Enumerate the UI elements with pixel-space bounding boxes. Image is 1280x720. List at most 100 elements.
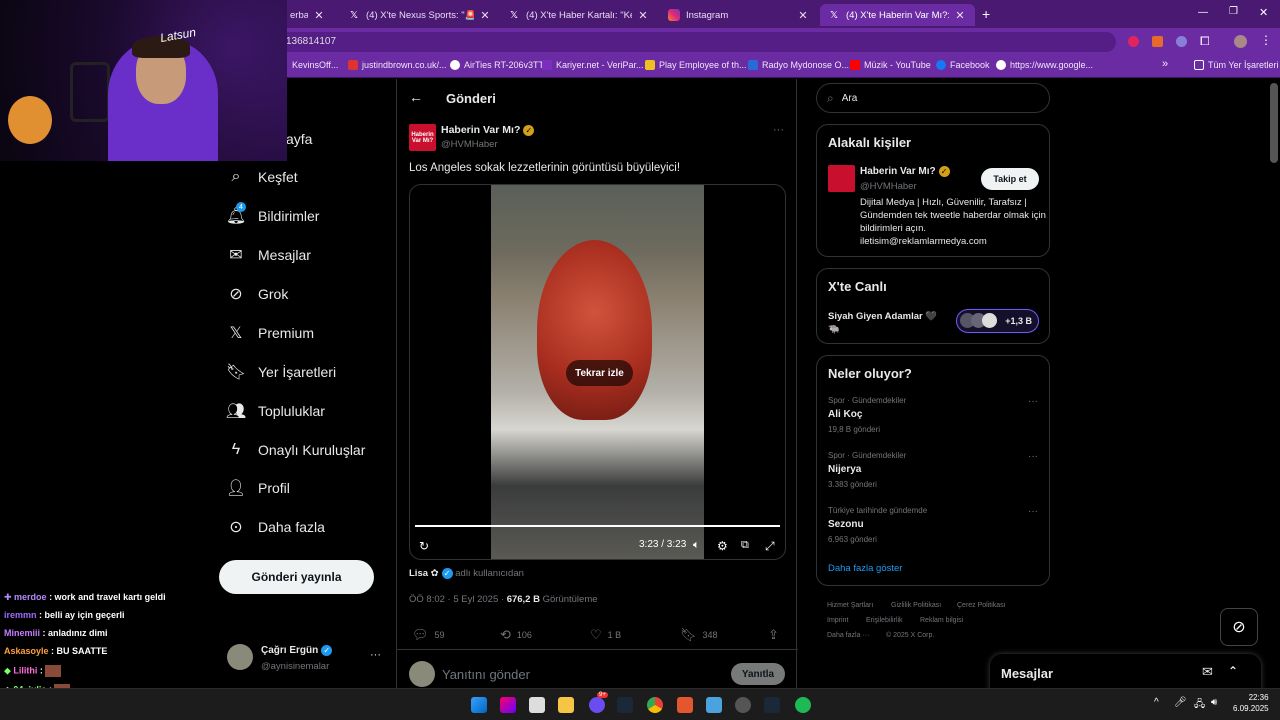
close-window-button[interactable]: ✕ — [1259, 6, 1268, 19]
follow-button[interactable]: Takip et — [981, 168, 1039, 190]
footer-link[interactable]: Hizmet Şartları — [827, 602, 873, 609]
menu-icon[interactable]: ⋮ — [1260, 33, 1272, 47]
close-icon[interactable]: ✕ — [478, 9, 492, 22]
app-icon[interactable] — [677, 697, 693, 713]
close-icon[interactable]: ✕ — [636, 9, 650, 22]
account-name[interactable]: Çağrı Ergün ✓ — [261, 645, 333, 656]
attribution-name[interactable]: Lisa ✿ — [409, 568, 439, 579]
new-tab-button[interactable]: + — [982, 6, 990, 22]
settings-icon[interactable]: ⚙ — [717, 539, 728, 553]
tab-fenerbahce[interactable]: erbahçe✕ — [282, 4, 334, 26]
post-button[interactable]: Gönderi yayınla — [219, 560, 374, 594]
app-icon[interactable] — [735, 697, 751, 713]
live-space-title[interactable]: Siyah Giyen Adamlar 🖤 🐃 — [828, 310, 948, 336]
address-bar[interactable]: 136814107 — [276, 32, 1116, 52]
start-icon[interactable] — [471, 697, 487, 713]
tray-chevron-icon[interactable]: ^ — [1154, 697, 1159, 708]
chrome-icon[interactable] — [647, 697, 663, 713]
grok-fab[interactable]: ⊘ — [1220, 608, 1258, 646]
bookmark-item[interactable]: Play Employee of th... — [645, 60, 747, 70]
account-more-icon[interactable]: ··· — [370, 649, 381, 661]
pip-icon[interactable]: ⧉ — [741, 539, 749, 552]
close-icon[interactable]: ✕ — [796, 9, 810, 22]
bookmark-item[interactable]: KevinsOff... — [292, 60, 338, 70]
new-message-icon[interactable]: ✉ — [1202, 664, 1213, 680]
author-handle[interactable]: @HVMHaber — [441, 139, 498, 150]
video-player[interactable]: Tekrar izle ↻ 3:23 / 3:23 🔈︎ ⚙ ⧉ ⤢ — [409, 184, 786, 560]
trend-more-icon[interactable]: ··· — [1028, 451, 1038, 462]
author-name[interactable]: Haberin Var Mı? ✓ — [441, 124, 535, 136]
bookmark-item[interactable]: https://www.google... — [996, 60, 1093, 70]
steam-icon[interactable] — [764, 697, 780, 713]
expand-icon[interactable]: ⌃ — [1228, 664, 1238, 678]
close-icon[interactable]: ✕ — [953, 9, 967, 22]
sidebar-item-profile[interactable]: 👤︎ Profil — [226, 478, 290, 498]
video-progress-bar[interactable] — [415, 525, 780, 527]
copilot-icon[interactable] — [500, 697, 516, 713]
share-icon[interactable]: ⇪ — [768, 627, 785, 643]
messages-drawer[interactable]: Mesajlar ✉ ⌃ — [990, 654, 1261, 688]
trend-more-icon[interactable]: ··· — [1028, 506, 1038, 517]
puzzle-icon[interactable]: ⧠ — [1200, 34, 1210, 49]
footer-link[interactable]: Reklam bilgisi — [920, 617, 963, 624]
sidebar-item-notifications[interactable]: 🔔︎ 4 Bildirimler — [226, 202, 319, 226]
relevant-handle[interactable]: @HVMHaber — [860, 181, 917, 192]
scrollbar[interactable] — [1270, 83, 1278, 163]
store-icon[interactable] — [529, 697, 545, 713]
sidebar-item-bookmarks[interactable]: 🔖︎ Yer İşaretleri — [226, 362, 336, 382]
steam-icon[interactable] — [617, 697, 633, 713]
sidebar-item-verified-orgs[interactable]: ϟ Onaylı Kuruluşlar — [226, 440, 366, 460]
volume-icon[interactable]: 🔈︎ — [693, 539, 700, 552]
author-avatar[interactable] — [828, 165, 855, 192]
trend-item[interactable]: Spor · Gündemdekiler Nijerya 3.383 gönderi… — [828, 451, 1038, 489]
all-bookmarks[interactable]: Tüm Yer İşaretleri — [1194, 60, 1279, 70]
trend-item[interactable]: Türkiye tarihinde gündemde Sezonu 6.963 gö… — [828, 506, 1038, 544]
sidebar-item-premium[interactable]: 𝕏 Premium — [226, 323, 314, 343]
footer-link[interactable]: Çerez Politikası — [957, 602, 1006, 609]
extension-icon[interactable] — [1152, 36, 1163, 47]
sidebar-item-grok[interactable]: ⊘ Grok — [226, 284, 288, 304]
discord-icon[interactable]: 9+ — [589, 692, 608, 713]
refresh-icon[interactable]: ↻ — [419, 539, 429, 553]
back-arrow-icon[interactable]: ← — [409, 89, 423, 105]
bookmark-item[interactable]: justindbrown.co.uk/... — [348, 60, 447, 70]
speaker-icon[interactable]: 🔊︎ — [1211, 697, 1217, 708]
bookmark-item[interactable]: Müzik - YouTube — [850, 60, 931, 70]
show-more-link[interactable]: Daha fazla göster — [828, 563, 902, 574]
trend-item[interactable]: Spor · Gündemdekiler Ali Koç 19,8 B gönder… — [828, 396, 1038, 434]
bookmarks-more-icon[interactable]: » — [1162, 58, 1168, 70]
folder-icon[interactable] — [558, 697, 574, 713]
trend-more-icon[interactable]: ··· — [1028, 396, 1038, 407]
tab-haberin-var-mi[interactable]: 𝕏(4) X'te Haberin Var Mı?: "Los A✕ — [820, 4, 975, 26]
sidebar-item-home[interactable]: ayfa — [286, 131, 312, 147]
footer-link[interactable]: Erişilebilirlik — [866, 617, 903, 624]
clock[interactable]: 22:36 6.09.2025 — [1233, 692, 1269, 714]
tab-instagram[interactable]: Instagram ✕ — [660, 4, 818, 26]
sidebar-item-communities[interactable]: 👥︎ Topluluklar — [226, 401, 325, 421]
repost-stat[interactable]: ⟲ 106 — [500, 627, 532, 643]
footer-link[interactable]: Gizlilik Politikası — [891, 602, 941, 609]
maximize-button[interactable]: ❐ — [1229, 6, 1238, 17]
fullscreen-icon[interactable]: ⤢ — [765, 539, 775, 554]
bookmark-item[interactable]: Facebook — [936, 60, 990, 70]
extension-icon[interactable] — [1128, 36, 1139, 47]
reply-stat[interactable]: 💬︎ 59 — [412, 627, 445, 643]
network-icon[interactable]: 🖧 — [1194, 697, 1205, 714]
footer-link[interactable]: Daha fazla ··· — [827, 632, 869, 639]
footer-link[interactable]: Imprint — [827, 617, 848, 624]
reply-input[interactable]: Yanıtını gönder — [442, 667, 530, 682]
sidebar-item-messages[interactable]: ✉ Mesajlar — [226, 245, 311, 265]
minimize-button[interactable]: — — [1198, 7, 1208, 18]
tab-nexus-sports[interactable]: 𝕏(4) X'te Nexus Sports: "🚨 Trab✕ — [340, 4, 500, 26]
search-input[interactable]: ⌕ Ara — [816, 83, 1050, 113]
bookmark-item[interactable]: Kariyer.net - VeriPar... — [542, 60, 644, 70]
bookmark-stat[interactable]: 🔖︎ 348 — [680, 627, 718, 643]
tab-haber-kartali[interactable]: 𝕏(4) X'te Haber Kartalı: "Keny Arı✕ — [500, 4, 658, 26]
profile-avatar[interactable] — [1234, 35, 1247, 48]
close-icon[interactable]: ✕ — [312, 9, 326, 22]
sidebar-item-explore[interactable]: ⌕ Keşfet — [226, 167, 298, 187]
sidebar-item-more[interactable]: ⊙ Daha fazla — [226, 517, 325, 537]
spotify-icon[interactable] — [795, 697, 811, 713]
replay-button[interactable]: Tekrar izle — [566, 360, 633, 386]
bookmark-item[interactable]: AirTies RT-206v3TT — [450, 60, 544, 70]
